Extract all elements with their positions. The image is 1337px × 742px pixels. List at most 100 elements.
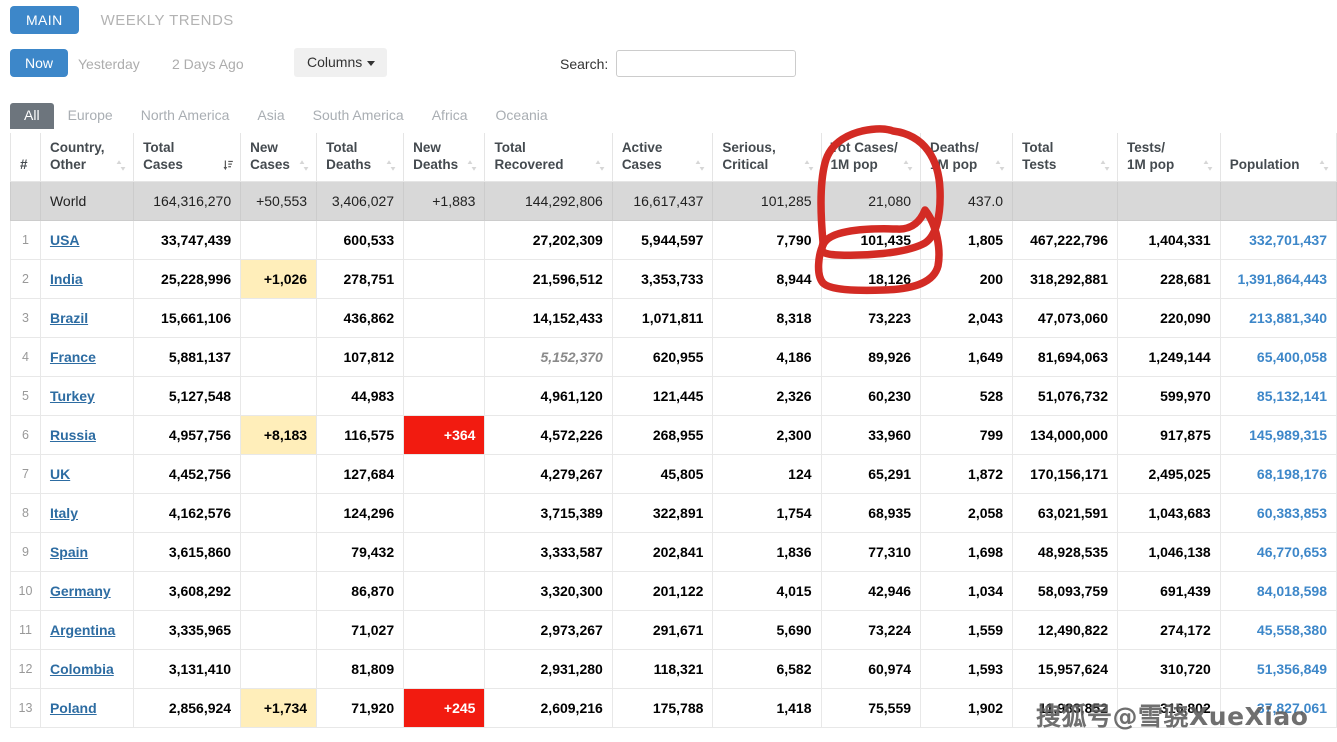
country-link[interactable]: Poland (50, 700, 97, 716)
cell-deaths-1m: 799 (920, 414, 1014, 455)
sort-both-icon[interactable] (695, 159, 705, 172)
col-header-tot-cases-per-1m[interactable]: Tot Cases/ 1M pop (820, 133, 922, 182)
columns-button[interactable]: Columns (294, 48, 388, 78)
sort-descending-icon[interactable] (223, 159, 233, 172)
col-header-country[interactable]: Country, Other (39, 133, 135, 182)
cell-country[interactable]: Colombia (39, 648, 135, 689)
tab-main[interactable]: MAIN (10, 6, 79, 34)
cell-total-cases: 15,661,106 (133, 297, 242, 338)
country-link[interactable]: UK (50, 466, 70, 482)
country-link[interactable]: India (50, 271, 83, 287)
continent-tab-europe[interactable]: Europe (54, 103, 127, 129)
cell-idx: 9 (10, 531, 41, 572)
cell-idx: 11 (10, 609, 41, 650)
country-link[interactable]: Colombia (50, 661, 114, 677)
cell-new-deaths (403, 219, 486, 260)
sort-both-icon[interactable] (1319, 159, 1329, 172)
col-header-serious-critical-line2: Critical (722, 156, 769, 172)
col-header-population[interactable]: Population (1219, 133, 1337, 182)
col-header-deaths-per-1m[interactable]: Deaths/ 1M pop (920, 133, 1014, 182)
col-header-new-cases-line1: New (250, 140, 278, 155)
tab-weekly-trends[interactable]: WEEKLY TRENDS (101, 12, 234, 29)
sort-both-icon[interactable] (1100, 159, 1110, 172)
col-header-new-cases[interactable]: New Cases (240, 133, 318, 182)
cell-country[interactable]: France (39, 336, 135, 377)
cell-new-deaths (403, 375, 486, 416)
cell-total-recovered: 2,609,216 (484, 687, 613, 728)
cell-total-tests: 134,000,000 (1012, 414, 1118, 455)
sort-both-icon[interactable] (467, 159, 477, 172)
country-link[interactable]: Spain (50, 544, 88, 560)
col-header-total-tests-line2: Tests (1022, 156, 1057, 172)
sort-both-icon[interactable] (995, 159, 1005, 172)
col-header-population-line2: Population (1229, 156, 1300, 172)
cell-country[interactable]: Brazil (39, 297, 135, 338)
cell-new-cases (240, 492, 318, 533)
continent-tab-africa[interactable]: Africa (418, 103, 482, 129)
sort-both-icon[interactable] (1203, 159, 1213, 172)
country-link[interactable]: Russia (50, 427, 96, 443)
sort-both-icon[interactable] (595, 159, 605, 172)
cell-world-total-deaths: 3,406,027 (316, 180, 405, 221)
cell-total-recovered: 4,961,120 (484, 375, 613, 416)
tab-2-days-ago[interactable]: 2 Days Ago (172, 56, 244, 72)
cell-country[interactable]: India (39, 258, 135, 299)
country-link[interactable]: USA (50, 232, 80, 248)
cell-country[interactable]: Argentina (39, 609, 135, 650)
continent-tab-oceania[interactable]: Oceania (482, 103, 562, 129)
cell-country[interactable]: Turkey (39, 375, 135, 416)
col-header-tests-per-1m[interactable]: Tests/ 1M pop (1116, 133, 1221, 182)
tab-now[interactable]: Now (10, 49, 69, 77)
cell-active-cases: 620,955 (611, 336, 714, 377)
col-header-index[interactable]: # (10, 133, 41, 182)
sort-both-icon[interactable] (299, 159, 309, 172)
country-link[interactable]: Turkey (50, 388, 95, 404)
cell-country[interactable]: Spain (39, 531, 135, 572)
sort-both-icon[interactable] (903, 159, 913, 172)
cell-country[interactable]: Poland (39, 687, 135, 728)
country-link[interactable]: France (50, 349, 96, 365)
cell-deaths-1m: 1,805 (920, 219, 1014, 260)
col-header-total-deaths[interactable]: Total Deaths (316, 133, 405, 182)
country-link[interactable]: Argentina (50, 622, 115, 638)
country-link[interactable]: Italy (50, 505, 78, 521)
sort-both-icon[interactable] (116, 159, 126, 172)
search-input[interactable] (616, 50, 797, 77)
cell-country[interactable]: USA (39, 219, 135, 260)
cell-active-cases: 121,445 (611, 375, 714, 416)
cell-total-cases: 3,335,965 (133, 609, 242, 650)
cell-country[interactable]: Russia (39, 414, 135, 455)
col-header-new-deaths[interactable]: New Deaths (403, 133, 486, 182)
col-header-total-tests[interactable]: Total Tests (1012, 133, 1118, 182)
cell-population: 68,198,176 (1219, 453, 1337, 494)
cell-new-cases (240, 648, 318, 689)
cell-total-cases: 4,452,756 (133, 453, 242, 494)
continent-tab-all[interactable]: All (10, 103, 54, 129)
cell-total-deaths: 71,027 (316, 609, 405, 650)
col-header-serious-critical[interactable]: Serious, Critical (712, 133, 822, 182)
cell-world-tests-1m (1116, 180, 1221, 221)
cell-country[interactable]: Germany (39, 570, 135, 611)
cell-country[interactable]: UK (39, 453, 135, 494)
cell-active-cases: 118,321 (611, 648, 714, 689)
continent-tab-asia[interactable]: Asia (243, 103, 298, 129)
col-header-total-cases[interactable]: Total Cases (133, 133, 242, 182)
tab-yesterday[interactable]: Yesterday (78, 56, 140, 72)
sort-both-icon[interactable] (804, 159, 814, 172)
col-header-total-recovered[interactable]: Total Recovered (484, 133, 613, 182)
cell-population: 51,356,849 (1219, 648, 1337, 689)
cell-world-new-cases: +50,553 (240, 180, 318, 221)
col-header-active-cases[interactable]: Active Cases (611, 133, 714, 182)
country-link[interactable]: Brazil (50, 310, 88, 326)
cell-idx: 10 (10, 570, 41, 611)
cell-total-deaths: 127,684 (316, 453, 405, 494)
continent-tab-north-america[interactable]: North America (127, 103, 244, 129)
col-header-active-cases-line2: Cases (621, 156, 662, 172)
country-link[interactable]: Germany (50, 583, 111, 599)
sort-both-icon[interactable] (386, 159, 396, 172)
continent-tab-south-america[interactable]: South America (299, 103, 418, 129)
cell-idx: 12 (10, 648, 41, 689)
cell-new-deaths (403, 453, 486, 494)
cell-active-cases: 1,071,811 (611, 297, 714, 338)
cell-country[interactable]: Italy (39, 492, 135, 533)
